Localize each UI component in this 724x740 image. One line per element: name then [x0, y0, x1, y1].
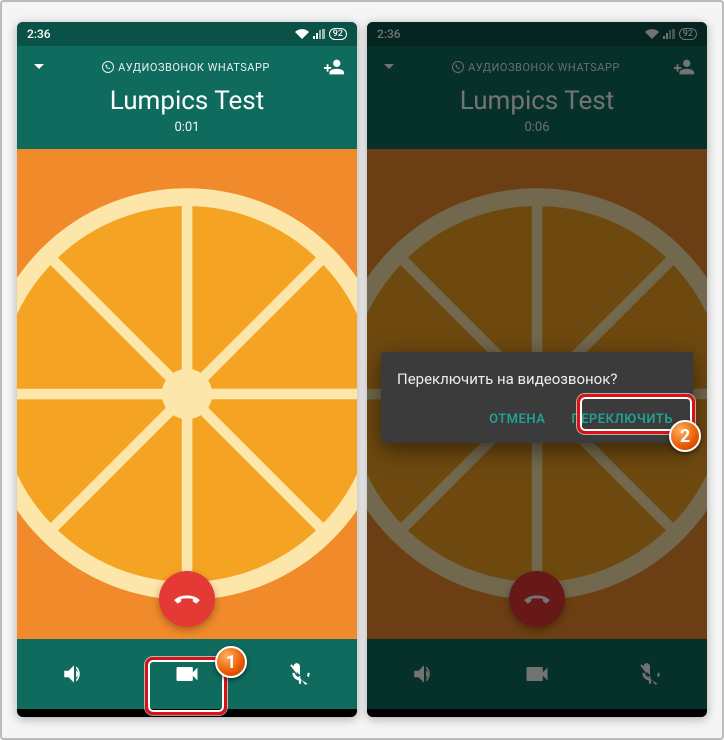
- speaker-icon: [61, 661, 87, 687]
- status-bar: 2:36 92: [17, 22, 357, 46]
- mic-off-icon: [287, 661, 313, 687]
- phone-screen-left: 2:36 92 АУДИОЗВОНОК WHATSAPP Lum: [17, 22, 357, 717]
- chevron-down-icon: [29, 57, 49, 77]
- add-person-icon: [323, 56, 345, 78]
- dialog-message: Переключить на видеозвонок?: [397, 370, 677, 388]
- speaker-button[interactable]: [44, 652, 104, 696]
- add-participant-button[interactable]: [323, 56, 345, 78]
- phone-screen-right: 2:36 92 АУДИОЗВОНОК WHATSAPP Lum: [367, 22, 707, 717]
- clock: 2:36: [27, 27, 51, 41]
- call-duration: 0:01: [29, 120, 345, 135]
- contact-avatar: [17, 149, 357, 639]
- battery-indicator: 92: [329, 28, 347, 40]
- hangup-icon: [173, 585, 201, 613]
- avatar-image: [17, 184, 357, 604]
- signal-icon: [313, 29, 325, 39]
- call-type-label: АУДИОЗВОНОК WHATSAPP: [118, 61, 270, 74]
- call-header: АУДИОЗВОНОК WHATSAPP Lumpics Test 0:01: [17, 46, 357, 149]
- contact-name: Lumpics Test: [29, 86, 345, 116]
- call-controls: [17, 639, 357, 709]
- switch-video-dialog: Переключить на видеозвонок? ОТМЕНА ПЕРЕК…: [381, 352, 693, 443]
- dialog-confirm-button[interactable]: ПЕРЕКЛЮЧИТЬ: [567, 406, 677, 433]
- mute-button[interactable]: [270, 652, 330, 696]
- wifi-icon: [295, 29, 309, 39]
- dialog-cancel-button[interactable]: ОТМЕНА: [485, 406, 549, 433]
- video-icon: [173, 660, 201, 688]
- status-icons: 92: [295, 28, 347, 40]
- end-call-button[interactable]: [159, 571, 215, 627]
- minimize-button[interactable]: [29, 57, 49, 77]
- video-toggle-button[interactable]: [157, 652, 217, 696]
- whatsapp-icon: [102, 61, 114, 73]
